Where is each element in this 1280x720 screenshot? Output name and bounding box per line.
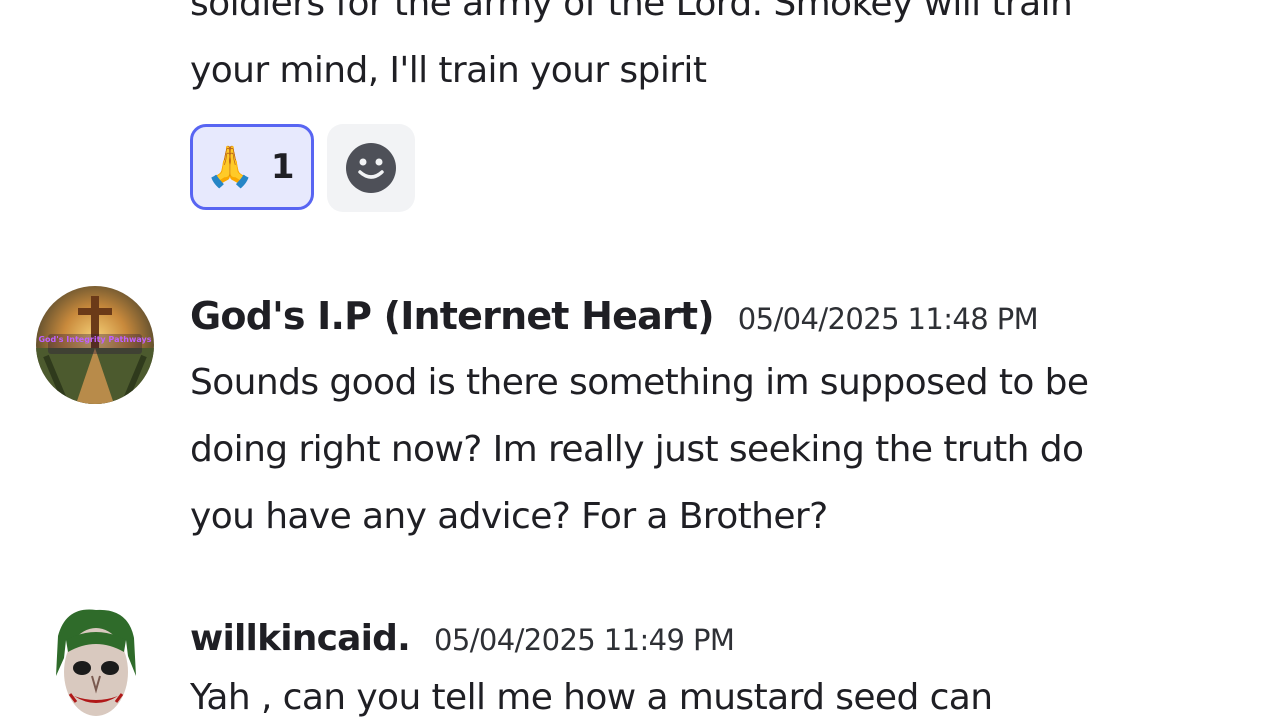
reactions-bar: 🙏 1 bbox=[190, 124, 415, 212]
user-avatar[interactable]: God's Integrity Pathways bbox=[36, 286, 154, 404]
folded-hands-emoji-icon: 🙏 bbox=[205, 144, 255, 190]
username[interactable]: willkincaid. bbox=[190, 618, 411, 659]
message-content: soldiers for the army of the Lord. Smoke… bbox=[190, 0, 1240, 104]
message-line: you have any advice? For a Brother? bbox=[190, 496, 828, 537]
username[interactable]: God's I.P (Internet Heart) bbox=[190, 294, 715, 338]
chat-message-list: soldiers for the army of the Lord. Smoke… bbox=[0, 0, 1280, 720]
message-header: God's I.P (Internet Heart) 05/04/2025 11… bbox=[190, 294, 1039, 338]
joker-avatar-icon bbox=[36, 606, 154, 720]
message-content: Sounds good is there something im suppos… bbox=[190, 349, 1240, 550]
message-line: your mind, I'll train your spirit bbox=[190, 50, 707, 91]
message-line: doing right now? Im really just seeking … bbox=[190, 429, 1084, 470]
smiley-face-icon bbox=[346, 143, 396, 193]
message-header: willkincaid. 05/04/2025 11:49 PM bbox=[190, 618, 735, 659]
message-timestamp: 05/04/2025 11:49 PM bbox=[434, 623, 735, 657]
reaction-count: 1 bbox=[270, 147, 295, 187]
add-reaction-button[interactable] bbox=[327, 124, 415, 212]
message-line: Yah , can you tell me how a mustard seed… bbox=[190, 677, 993, 718]
message-timestamp: 05/04/2025 11:48 PM bbox=[737, 302, 1039, 336]
avatar-caption: God's Integrity Pathways bbox=[38, 335, 151, 344]
message-line: Sounds good is there something im suppos… bbox=[190, 362, 1089, 403]
message-line: soldiers for the army of the Lord. Smoke… bbox=[190, 0, 1073, 24]
reaction-pray[interactable]: 🙏 1 bbox=[190, 124, 314, 210]
message-content: Yah , can you tell me how a mustard seed… bbox=[190, 664, 1240, 720]
cross-sunset-avatar-icon: God's Integrity Pathways bbox=[36, 286, 154, 404]
user-avatar[interactable] bbox=[36, 606, 154, 720]
